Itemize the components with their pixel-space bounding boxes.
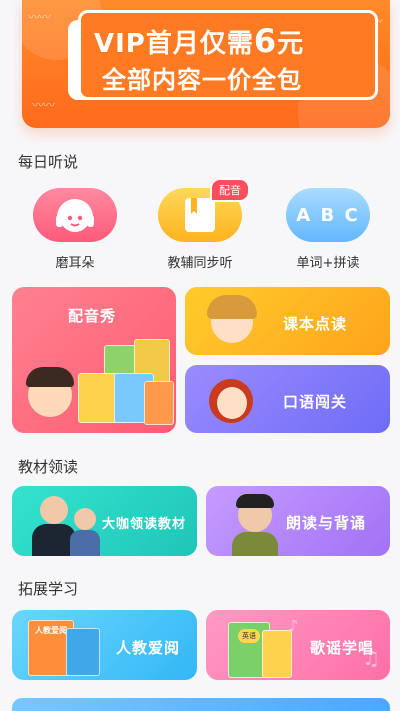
banner-subline: 全部内容一价全包 [102,66,302,94]
man-character [40,496,68,524]
book-image [262,630,292,678]
headphones-icon [33,188,117,242]
wave-decoration: 〰〰 [32,98,55,112]
tile-title: 朗读与背诵 [286,514,367,532]
dub-tag: 配音 [210,178,250,202]
tile-title: 人教爱阅 [116,639,181,657]
item-label: 教辅同步听 [167,256,233,271]
vip-banner[interactable]: 〰〰 〰〰 〰〰 VIP首月仅需6元 全部内容一价全包 [22,0,390,128]
book-icon: 配音 [158,178,250,242]
tile-title: 课本点读 [283,315,348,333]
section-title-textbook: 教材领读 [18,458,79,476]
section-title-extend: 拓展学习 [18,580,79,598]
tile-oral-challenge[interactable]: 口语闯关 [185,365,390,433]
tile-pep-reading[interactable]: 人教爱阅 人教爱阅 [12,610,197,680]
tile-textbook-reading[interactable]: 课本点读 [185,287,390,355]
wave-decoration: 〰〰 [28,10,51,24]
boy-hair [26,367,74,387]
teacher-hair [236,494,274,508]
tile-title: 大咖领读教材 [102,517,187,532]
item-label: 磨耳朵 [55,256,95,271]
banner-headline: VIP首月仅需6元 [94,22,305,60]
teacher-clothes [232,532,278,556]
girl-character [217,387,247,419]
music-note-icon: ♪ [288,616,299,635]
man-character-2 [74,508,96,530]
girl-hair [207,295,257,319]
abc-text: A B C [296,204,360,226]
item-label: 单词+拼读 [296,256,360,271]
item-sync-listen[interactable]: 配音 教辅同步听 [150,178,250,271]
book-badge: 英语 [238,629,260,643]
tile-dubbing-show[interactable]: 配音秀 [12,287,176,433]
item-word-phonics[interactable]: A B C 单词+拼读 [278,188,378,271]
next-banner-peek[interactable] [12,698,390,711]
section-title-daily: 每日听说 [18,153,79,171]
book-image [66,628,100,676]
tile-songs[interactable]: 英语 歌谣学唱 ♪ ♫ [206,610,390,680]
abc-icon: A B C [286,188,370,242]
item-mo-er-duo[interactable]: 磨耳朵 [25,188,125,271]
tile-title: 口语闯关 [283,393,348,411]
music-note-icon: ♫ [362,646,380,670]
book-image [144,381,174,425]
man-shirt [70,530,100,556]
tile-title: 配音秀 [68,307,117,325]
tile-read-recite[interactable]: 朗读与背诵 [206,486,390,556]
book-image [78,373,118,423]
tile-expert-reading[interactable]: 大咖领读教材 [12,486,197,556]
